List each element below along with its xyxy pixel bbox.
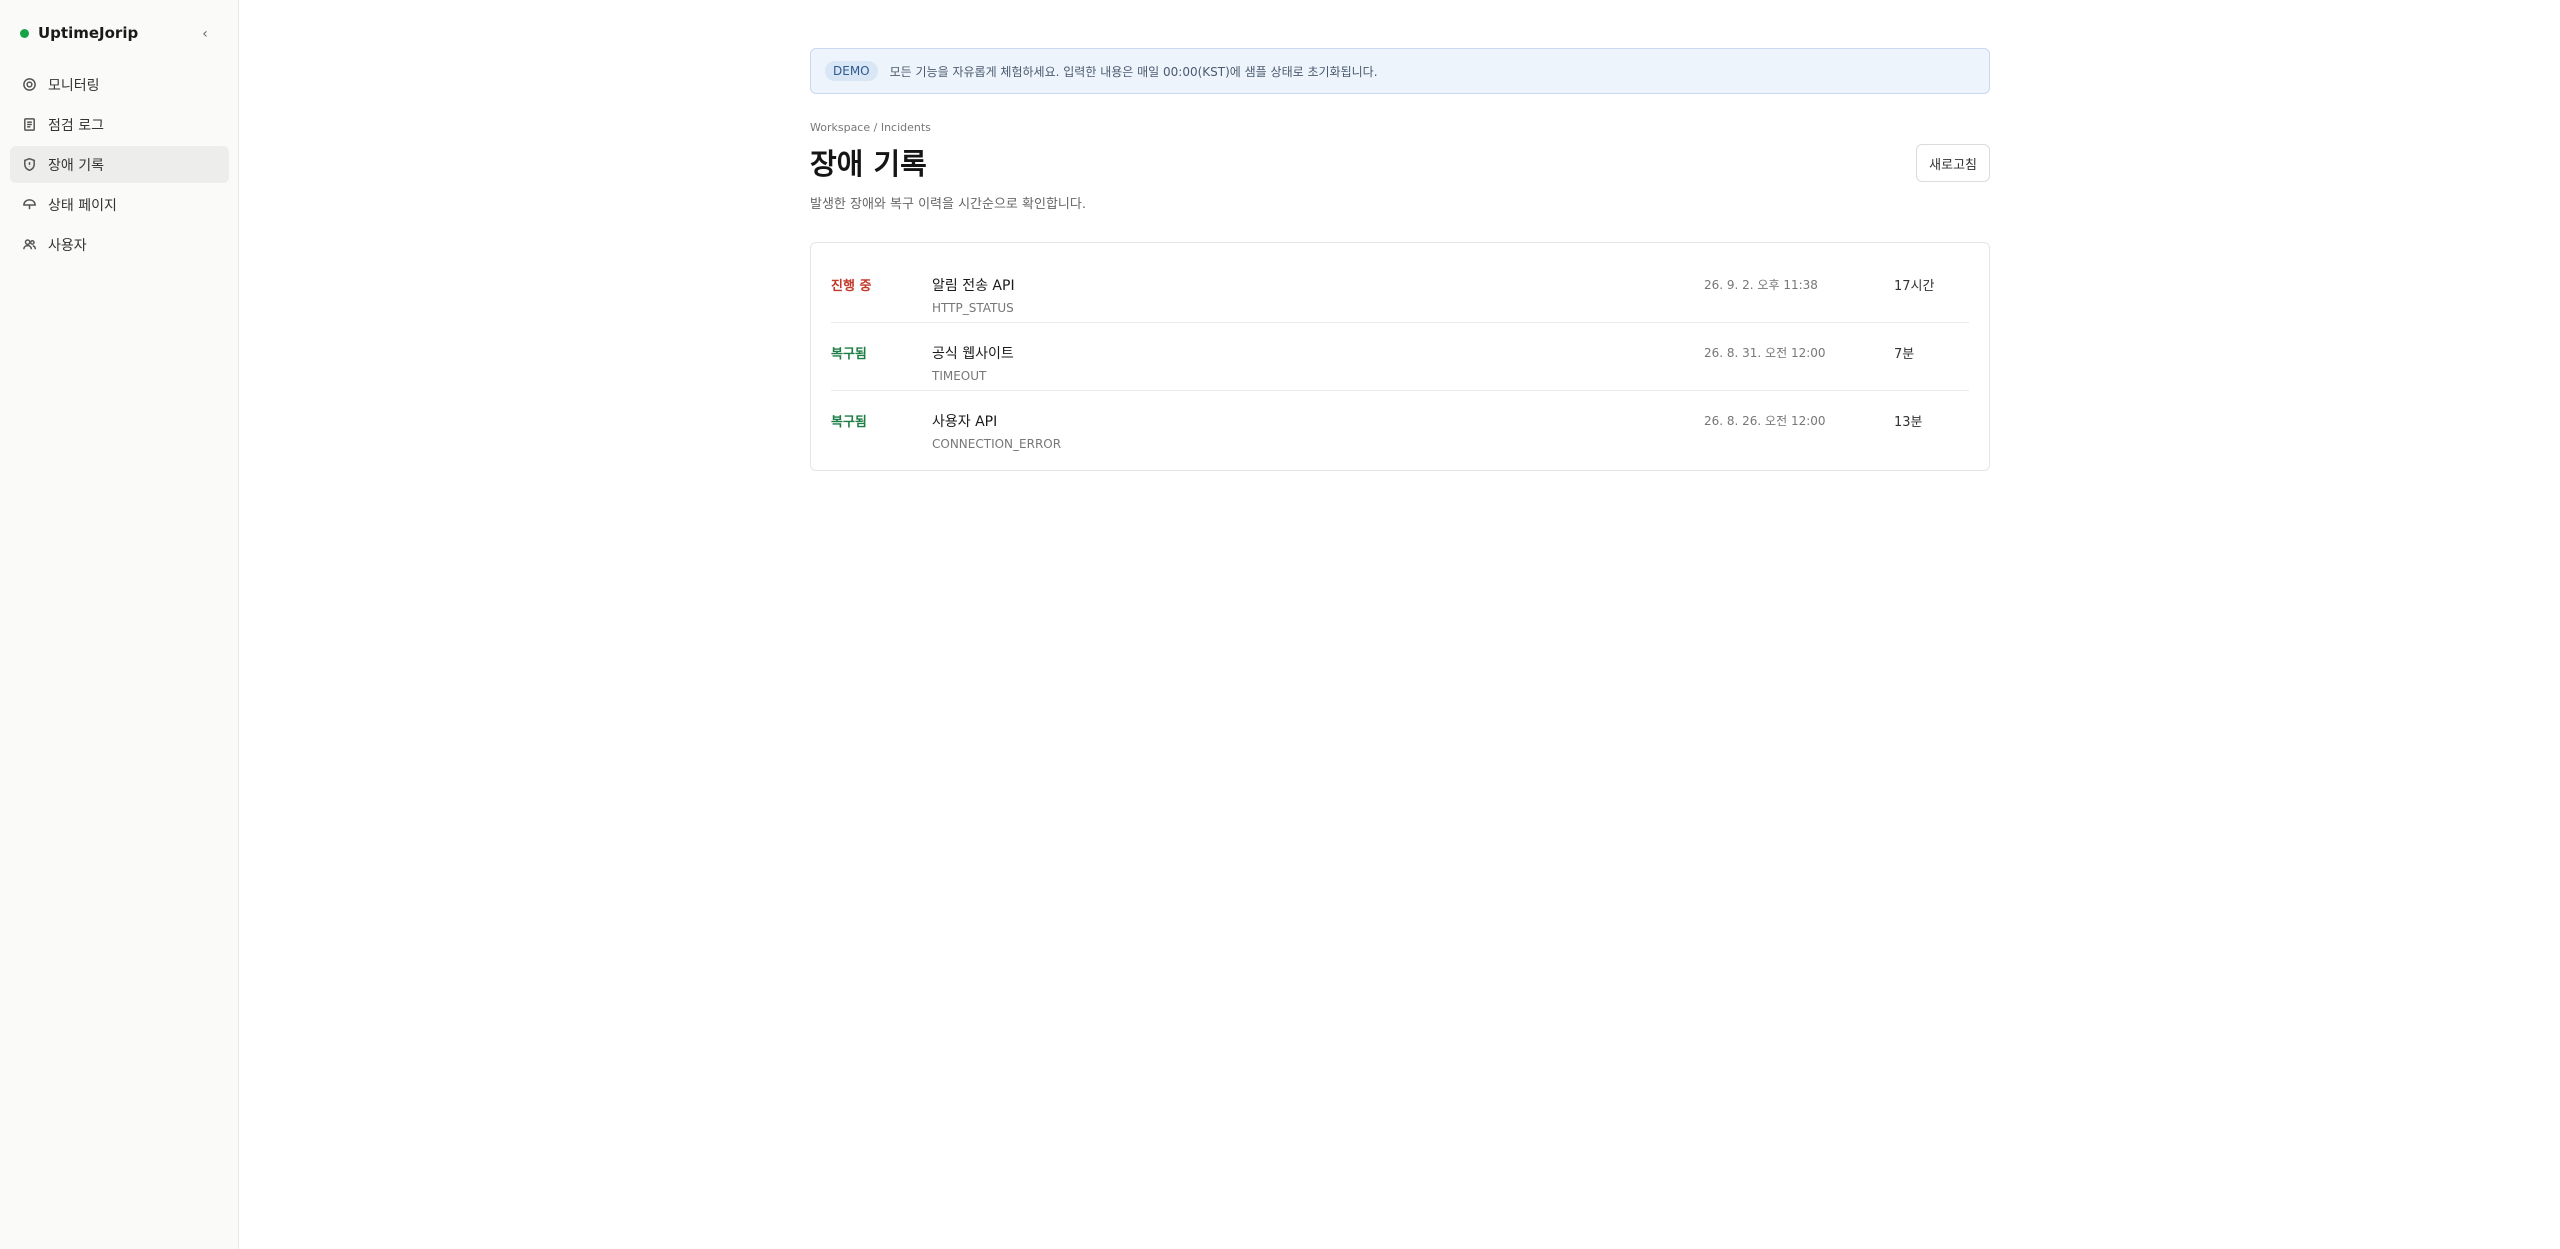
log-icon [21,117,37,133]
demo-badge: DEMO [825,61,878,81]
sidebar-item-check-log[interactable]: 점검 로그 [10,106,229,143]
main-area: DEMO 모든 기능을 자유롭게 체험하세요. 입력한 내용은 매일 00:00… [239,0,2560,1249]
sidebar: UptimeJorip ‹ 모니터링 점검 로그 장애 기록 상태 페이지 사용… [0,0,239,1249]
shield-icon [21,157,37,173]
service-info: 사용자 API CONNECTION_ERROR [932,411,1061,451]
sidebar-nav: 모니터링 점검 로그 장애 기록 상태 페이지 사용자 [10,66,229,266]
status-badge: 복구됨 [831,347,867,362]
page-subtitle: 발생한 장애와 복구 이력을 시간순으로 확인합니다. [810,197,1086,212]
title-row: 장애 기록 새로고침 [810,144,1990,184]
incident-row[interactable]: 복구됨 사용자 API CONNECTION_ERROR 26. 8. 26. … [831,391,1969,458]
demo-banner: DEMO 모든 기능을 자유롭게 체험하세요. 입력한 내용은 매일 00:00… [810,48,1990,94]
service-info: 공식 웹사이트 TIMEOUT [932,343,1014,383]
incident-list: 진행 중 알림 전송 API HTTP_STATUS 26. 9. 2. 오후 … [810,242,1990,471]
app-name: UptimeJorip [38,24,139,42]
status-dot-icon [20,28,29,38]
incident-date: 26. 8. 26. 오전 12:00 [1704,414,1826,428]
sidebar-item-monitoring[interactable]: 모니터링 [10,66,229,103]
incident-date: 26. 8. 31. 오전 12:00 [1704,346,1826,360]
error-code: HTTP_STATUS [932,301,1014,315]
sidebar-item-label: 점검 로그 [48,117,104,134]
incident-duration: 13분 [1894,415,1923,430]
sidebar-item-label: 사용자 [48,237,87,254]
users-icon [21,237,37,253]
umbrella-icon [21,197,37,213]
content: DEMO 모든 기능을 자유롭게 체험하세요. 입력한 내용은 매일 00:00… [810,48,1990,471]
incident-date: 26. 9. 2. 오후 11:38 [1704,278,1818,292]
incident-row[interactable]: 복구됨 공식 웹사이트 TIMEOUT 26. 8. 31. 오전 12:00 … [831,323,1969,391]
chevron-left-icon[interactable]: ‹ [198,27,212,41]
incident-duration: 7분 [1894,347,1915,362]
sidebar-item-label: 모니터링 [48,77,100,94]
status-badge: 복구됨 [831,415,867,430]
service-info: 알림 전송 API HTTP_STATUS [932,275,1015,315]
service-name: 알림 전송 API [932,278,1015,294]
status-badge: 진행 중 [831,279,872,294]
monitor-icon [21,77,37,93]
refresh-button[interactable]: 새로고침 [1916,144,1990,182]
brand[interactable]: UptimeJorip [20,24,138,42]
error-code: TIMEOUT [932,369,987,383]
sidebar-item-label: 장애 기록 [48,157,104,174]
incident-duration: 17시간 [1894,279,1935,294]
sidebar-item-label: 상태 페이지 [48,197,117,214]
sidebar-item-incidents[interactable]: 장애 기록 [10,146,229,183]
error-code: CONNECTION_ERROR [932,437,1062,451]
sidebar-item-users[interactable]: 사용자 [10,226,229,263]
demo-banner-text: 모든 기능을 자유롭게 체험하세요. 입력한 내용은 매일 00:00(KST)… [889,64,1378,79]
sidebar-item-status-page[interactable]: 상태 페이지 [10,186,229,223]
service-name: 공식 웹사이트 [932,346,1014,362]
incident-row[interactable]: 진행 중 알림 전송 API HTTP_STATUS 26. 9. 2. 오후 … [831,255,1969,323]
service-name: 사용자 API [932,414,998,430]
page-title: 장애 기록 [810,147,927,181]
breadcrumb: Workspace / Incidents [810,121,931,134]
